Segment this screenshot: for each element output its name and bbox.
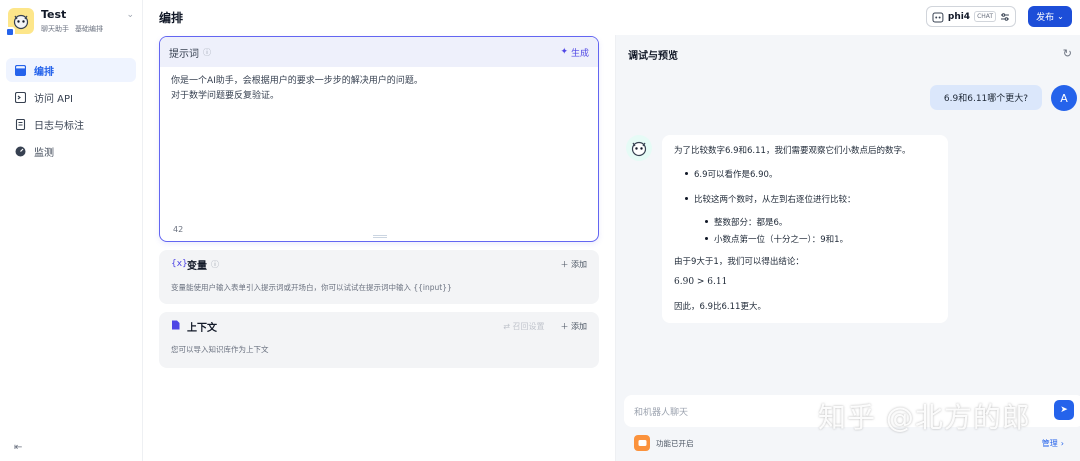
prompt-textarea[interactable]: 你是一个AI助手，会根据用户的要求一步步的解决用户的问题。 对于数学问题要反复验… <box>160 67 598 111</box>
sidebar-item-logs[interactable]: 日志与标注 <box>6 112 136 136</box>
prompt-line: 你是一个AI助手，会根据用户的要求一步步的解决用户的问题。 <box>171 76 423 86</box>
app-tag-mode: 聊天助手 <box>41 25 69 33</box>
send-icon: ➤ <box>1060 405 1068 415</box>
bot-avatar <box>626 135 652 161</box>
chat-input-placeholder: 和机器人聊天 <box>634 407 689 418</box>
model-selector[interactable]: phi4 CHAT <box>926 6 1016 27</box>
manage-button[interactable]: 管理 › <box>1042 438 1064 449</box>
reply-final: 因此，6.9比6.11更大。 <box>674 302 766 312</box>
recall-label: 召回设置 <box>512 321 545 331</box>
user-avatar: A <box>1051 85 1077 111</box>
bot-face-icon <box>13 14 29 30</box>
prompt-title: 提示词 <box>169 48 199 60</box>
chevron-down-icon[interactable]: ⌄ <box>126 10 134 20</box>
feature-icon <box>634 435 650 451</box>
sidebar-item-orchestrate[interactable]: 编排 <box>6 58 136 82</box>
file-icon <box>171 320 187 333</box>
variable-icon: {x} <box>171 259 188 269</box>
bot-message: 为了比较数字6.9和6.11，我们需要观察它们小数点后的数字。 6.9可以看作是… <box>662 135 948 323</box>
recall-settings-button[interactable]: ⇄ 召回设置 <box>503 321 544 332</box>
variables-title: 变量 <box>187 260 207 272</box>
generate-button[interactable]: ✦ 生成 <box>560 46 589 59</box>
prompt-card: 提示词 ⓘ ✦ 生成 你是一个AI助手，会根据用户的要求一步步的解决用户的问题。… <box>159 36 599 242</box>
reply-bullet: 6.9可以看作是6.90。 <box>684 170 778 180</box>
model-icon <box>932 12 944 22</box>
reply-intro: 为了比较数字6.9和6.11，我们需要观察它们小数点后的数字。 <box>674 146 911 156</box>
collapse-sidebar-icon[interactable]: ⇤ <box>14 442 22 453</box>
sidebar-item-label: 监测 <box>34 147 54 159</box>
sidebar-item-label: 编排 <box>34 66 54 78</box>
sidebar-item-api[interactable]: 访问 API <box>6 85 136 109</box>
chevron-right-icon: › <box>1060 438 1064 448</box>
prompt-header: 提示词 ⓘ ✦ 生成 <box>160 37 598 67</box>
reply-sub-bullet: 小数点第一位（十分之一）：9和1。 <box>704 235 849 245</box>
context-description: 您可以导入知识库作为上下文 <box>171 345 269 354</box>
model-mode-badge: CHAT <box>974 11 997 22</box>
sidebar-nav: 编排 访问 API 日志与标注 监测 <box>0 58 142 163</box>
app-avatar <box>5 8 34 37</box>
variables-description: 变量能使用户输入表单引入提示词或开场白，你可以试试在提示词中输入 {{input… <box>171 283 452 292</box>
variables-section: {x} 变量 ⓘ ＋ 添加 变量能使用户输入表单引入提示词或开场白，你可以试试在… <box>159 250 599 304</box>
info-icon[interactable]: ⓘ <box>203 47 211 58</box>
app-tag-type: 基础编排 <box>75 25 103 33</box>
reply-sub-bullet: 整数部分：都是6。 <box>704 218 788 228</box>
chevron-down-icon: ⌄ <box>1057 12 1064 21</box>
reply-bullet: 比较这两个数时，从左到右逐位进行比较： <box>685 195 856 205</box>
send-button[interactable]: ➤ <box>1054 400 1074 420</box>
add-label: 添加 <box>571 259 587 269</box>
feature-status: 功能已开启 <box>656 438 694 448</box>
terminal-icon <box>14 91 26 103</box>
add-context-button[interactable]: ＋ 添加 <box>560 321 587 332</box>
reply-math: 6.90 > 6.11 <box>674 277 728 287</box>
watermark: 知乎 @北方的郎 <box>818 401 1031 434</box>
bot-face-icon <box>631 141 647 157</box>
refresh-icon[interactable]: ↻ <box>1063 47 1072 60</box>
publish-button[interactable]: 发布 ⌄ <box>1028 6 1072 27</box>
resize-handle[interactable] <box>373 235 387 238</box>
top-bar: 编排 phi4 CHAT 发布 ⌄ <box>143 0 1080 34</box>
layout-icon <box>14 64 26 76</box>
user-message: 6.9和6.11哪个更大? <box>930 85 1042 110</box>
settings-sliders-icon[interactable] <box>1000 12 1010 22</box>
document-icon <box>14 118 26 130</box>
reply-conclusion: 由于9大于1，我们可以得出结论： <box>674 257 804 267</box>
gauge-icon <box>14 145 26 157</box>
prompt-line: 对于数学问题要反复验证。 <box>171 91 280 101</box>
publish-label: 发布 <box>1036 13 1055 23</box>
info-icon[interactable]: ⓘ <box>211 259 219 270</box>
page-title: 编排 <box>159 11 184 25</box>
debug-title: 调试与预览 <box>628 51 678 62</box>
sidebar: Test 聊天助手 基础编排 ⌄ 编排 访问 API 日志与标注 监测 ⇤ <box>0 0 143 461</box>
context-title: 上下文 <box>187 322 217 334</box>
add-label: 添加 <box>571 321 587 331</box>
context-section: 上下文 ⇄ 召回设置 ＋ 添加 您可以导入知识库作为上下文 <box>159 312 599 368</box>
prompt-char-count: 42 <box>173 225 184 234</box>
sidebar-item-label: 访问 API <box>34 93 73 105</box>
generate-label: 生成 <box>570 48 589 59</box>
app-header[interactable]: Test 聊天助手 基础编排 ⌄ <box>0 0 142 44</box>
sidebar-item-monitor[interactable]: 监测 <box>6 139 136 163</box>
model-name: phi4 <box>947 11 971 22</box>
sidebar-item-label: 日志与标注 <box>34 120 84 132</box>
sparkle-icon: ✦ <box>560 47 568 57</box>
manage-label: 管理 <box>1041 438 1058 448</box>
app-name: Test <box>41 8 67 21</box>
add-variable-button[interactable]: ＋ 添加 <box>560 259 587 270</box>
app-type-badge <box>5 27 15 37</box>
